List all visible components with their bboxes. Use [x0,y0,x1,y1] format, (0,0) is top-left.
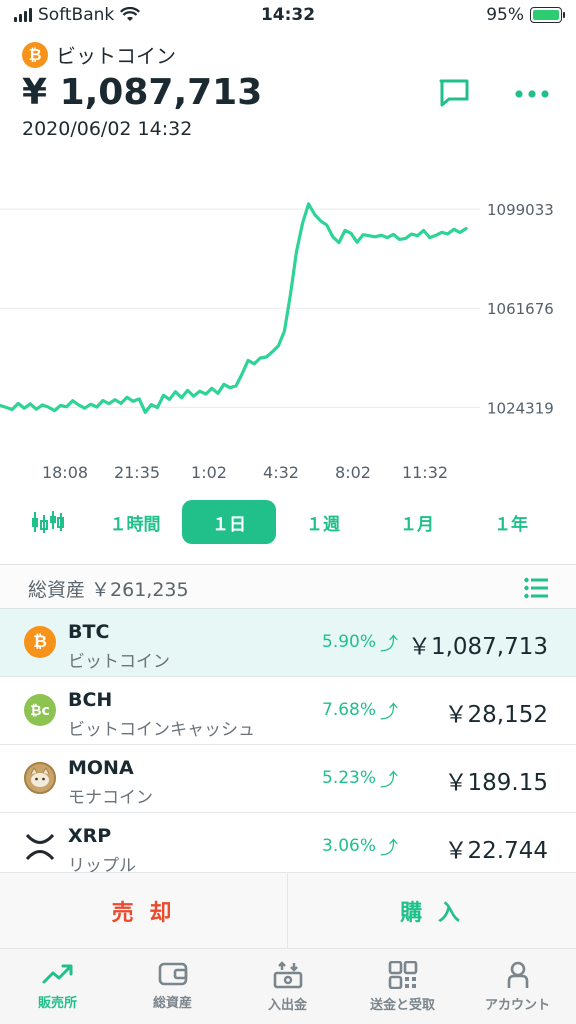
tab-label: アカウント [484,998,550,1013]
coin-row-bch[interactable]: ₿c BCH ビットコインキャッシュ 7.68% ⤴ ￥28,152 [0,677,576,745]
coin-name: モナコイン [68,788,153,808]
coin-price: ￥28,152 [444,702,548,728]
x-tick-label: 18:08 [42,463,88,480]
buy-button[interactable]: 購 入 [288,873,576,949]
qr-icon [388,961,417,989]
coin-symbol: BTC [68,621,110,643]
coin-change: 3.06% [322,836,377,856]
current-price: ¥ 1,087,713 [22,72,263,113]
x-tick-label: 11:32 [402,463,448,480]
trend-up-icon: ⤴ [380,634,398,655]
trend-up-icon: ⤴ [380,770,398,791]
y-tick-label: 1061676 [487,300,554,318]
bch-icon: ₿c [24,694,56,726]
trend-up-icon: ⤴ [380,702,398,723]
tab-label: 入出金 [267,998,307,1013]
coin-change: 5.23% [322,768,377,788]
candlestick-icon [32,511,64,533]
coin-row-btc[interactable]: ₿ BTC ビットコイン 5.90% ⤴ ￥1,087,713 [0,609,576,677]
coin-price: ￥189.15 [444,770,548,796]
total-assets: 総資産 ￥261,235 [28,579,189,601]
tab-account[interactable]: アカウント [460,949,575,1024]
price-chart[interactable]: 1099033 1061676 1024319 18:08 21:35 1:02 4:32… [0,180,576,480]
tab-exchange[interactable]: 販売所 [0,949,115,1024]
coin-price: ￥22.744 [444,838,548,864]
btc-icon: ₿ [22,41,48,68]
period-1m[interactable]: １月 [370,500,464,544]
period-1d[interactable]: １日 [182,500,276,544]
deposit-icon [273,961,302,989]
coin-change: 7.68% [322,700,377,720]
coin-change: 5.90% [322,632,377,652]
coin-symbol: XRP [68,825,112,847]
x-tick-label: 8:02 [335,463,371,480]
candlestick-toggle[interactable] [0,500,94,544]
more-icon[interactable] [514,88,550,100]
tab-label: 販売所 [37,996,77,1011]
period-selector: １時間 １日 １週 １月 １年 [0,500,576,544]
person-icon [507,961,528,988]
xrp-icon [24,830,56,862]
tab-label: 送金と受取 [369,998,435,1013]
coin-symbol: MONA [68,757,134,779]
x-tick-label: 4:32 [263,463,299,480]
trend-icon [42,964,72,984]
tab-label: 総資産 [152,996,192,1011]
y-tick-label: 1024319 [487,399,554,417]
coin-header: ₿ ビットコイン [22,40,176,69]
status-bar: SoftBank 14:32 95% [0,0,576,32]
y-tick-label: 1099033 [487,201,554,219]
mona-icon [24,762,56,794]
coin-name: ビットコイン [56,44,176,68]
tab-transfer[interactable]: 送金と受取 [345,949,460,1024]
period-1w[interactable]: １週 [276,500,370,544]
battery-percent: 95% [486,5,524,25]
battery-icon [530,7,565,23]
btc-icon: ₿ [24,626,56,658]
coin-name: ビットコイン [68,652,170,672]
period-1h[interactable]: １時間 [88,500,182,544]
chat-icon[interactable] [438,78,470,108]
period-1y[interactable]: １年 [464,500,558,544]
list-icon[interactable] [524,577,548,599]
bottom-nav: 販売所 総資産 入出金 送金と受取 アカウント [0,948,576,1024]
price-datetime: 2020/06/02 14:32 [22,118,193,140]
sell-button[interactable]: 売 却 [0,873,288,949]
coin-price: ￥1,087,713 [407,634,548,660]
tab-assets[interactable]: 総資産 [115,949,230,1024]
coin-symbol: BCH [68,689,113,711]
trend-up-icon: ⤴ [380,838,398,859]
coin-row-xrp[interactable]: XRP リップル 3.06% ⤴ ￥22.744 [0,813,576,881]
coin-name: ビットコインキャッシュ [68,720,255,740]
trade-actions: 売 却 購 入 [0,872,576,949]
total-assets-bar: 総資産 ￥261,235 [0,564,576,609]
tab-deposit[interactable]: 入出金 [230,949,345,1024]
x-tick-label: 21:35 [114,463,160,480]
wallet-icon [158,962,187,986]
coin-row-mona[interactable]: MONA モナコイン 5.23% ⤴ ￥189.15 [0,745,576,813]
x-tick-label: 1:02 [191,463,227,480]
